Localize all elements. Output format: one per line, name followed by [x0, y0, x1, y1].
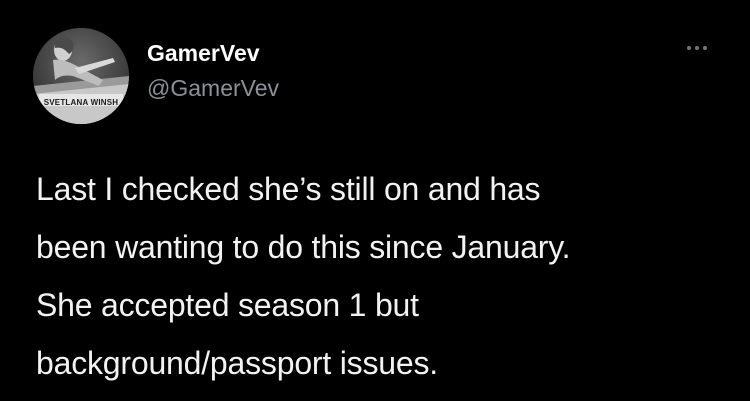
more-horizontal-icon-dot — [703, 46, 707, 50]
tweet-text: Last I checked she’s still on and has be… — [36, 160, 736, 392]
avatar-image — [33, 28, 129, 124]
tweet-text-line: been wanting to do this since January. — [36, 229, 571, 265]
avatar-caption: SVETLANA WINSH — [43, 98, 119, 107]
user-handle[interactable]: @GamerVev — [147, 74, 279, 102]
more-horizontal-icon-dot — [695, 46, 699, 50]
more-horizontal-icon — [687, 46, 691, 50]
tweet-card: SVETLANA WINSH GamerVev @GamerVev Last I… — [0, 0, 750, 401]
display-name[interactable]: GamerVev — [147, 40, 260, 66]
tweet-text-line: Last I checked she’s still on and has — [36, 171, 541, 207]
tweet-text-line: background/passport issues. — [36, 345, 438, 381]
avatar[interactable]: SVETLANA WINSH — [33, 28, 129, 124]
more-options-button[interactable] — [680, 38, 714, 58]
tweet-text-line: She accepted season 1 but — [36, 287, 419, 323]
